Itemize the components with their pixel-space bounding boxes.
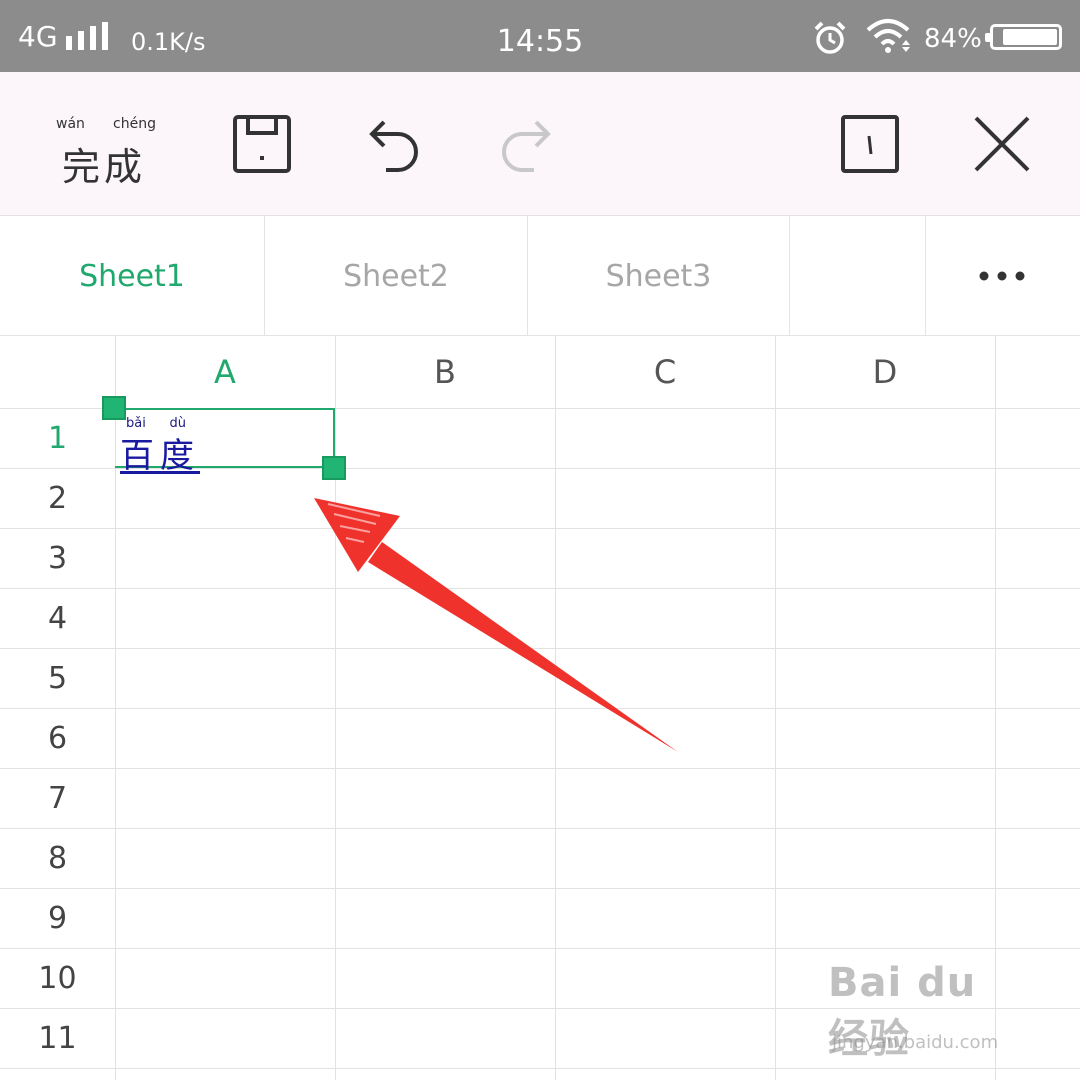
redo-icon[interactable] — [498, 116, 556, 174]
red-arrow-annotation — [314, 498, 678, 752]
tab-sheet1[interactable]: Sheet1 — [0, 216, 265, 336]
battery-level — [1003, 29, 1057, 45]
clock: 14:55 — [496, 24, 584, 59]
cell-a1-text: 百度 — [120, 436, 200, 476]
row-header-2[interactable]: 2 — [0, 468, 115, 528]
close-icon[interactable] — [972, 114, 1032, 174]
row-header-6[interactable]: 6 — [0, 708, 115, 768]
watermark-url: jingyan.baidu.com — [832, 1032, 999, 1053]
grid-line — [0, 828, 1080, 829]
row-header-1[interactable]: 1 — [0, 408, 115, 468]
row-header-10[interactable]: 10 — [0, 948, 115, 1008]
selection-handle-bottom-right[interactable] — [322, 456, 346, 480]
row-header-5[interactable]: 5 — [0, 648, 115, 708]
column-header-c[interactable]: C — [555, 336, 775, 408]
tab-sheet2[interactable]: Sheet2 — [265, 216, 528, 336]
grid-line — [0, 888, 1080, 889]
column-header-d[interactable]: D — [775, 336, 995, 408]
cell-edit-icon[interactable] — [840, 114, 900, 174]
status-bar: 4G 0.1K/s 14:55 84% — [0, 0, 1080, 72]
grid-line — [0, 948, 1080, 949]
row-header-8[interactable]: 8 — [0, 828, 115, 888]
done-pinyin: wán chéng — [56, 116, 156, 132]
column-header-a[interactable]: A — [115, 336, 335, 408]
more-tabs-button[interactable] — [925, 216, 1080, 336]
sheet-tabs: Sheet1 Sheet2 Sheet3 — [0, 216, 1080, 336]
selection-handle-top-left[interactable] — [102, 396, 126, 420]
wifi-icon — [866, 19, 910, 53]
done-pinyin-2: chéng — [113, 116, 156, 132]
row-header-7[interactable]: 7 — [0, 768, 115, 828]
row-header-4[interactable]: 4 — [0, 588, 115, 648]
done-button[interactable]: wán chéng 完成 — [56, 116, 156, 189]
tab-sheet3[interactable]: Sheet3 — [528, 216, 790, 336]
row-header-9[interactable]: 9 — [0, 888, 115, 948]
alarm-icon — [814, 21, 846, 54]
row-header-3[interactable]: 3 — [0, 528, 115, 588]
battery-icon — [985, 24, 1062, 50]
more-horizontal-icon — [979, 271, 1025, 281]
cell-a1[interactable]: bǎi dù 百度 — [118, 416, 332, 476]
done-label: 完成 — [62, 145, 147, 189]
grid-line — [0, 1068, 1080, 1069]
baidu-jingyan-watermark: Bai du 经验 jingyan.baidu.com — [828, 960, 1028, 1062]
battery-percent: 84% — [924, 24, 982, 54]
row-header-11[interactable]: 11 — [0, 1008, 115, 1068]
undo-icon[interactable] — [364, 116, 422, 174]
save-icon[interactable] — [232, 114, 292, 174]
column-header-b[interactable]: B — [335, 336, 555, 408]
done-pinyin-1: wán — [56, 116, 85, 132]
toolbar: wán chéng 完成 — [0, 72, 1080, 216]
